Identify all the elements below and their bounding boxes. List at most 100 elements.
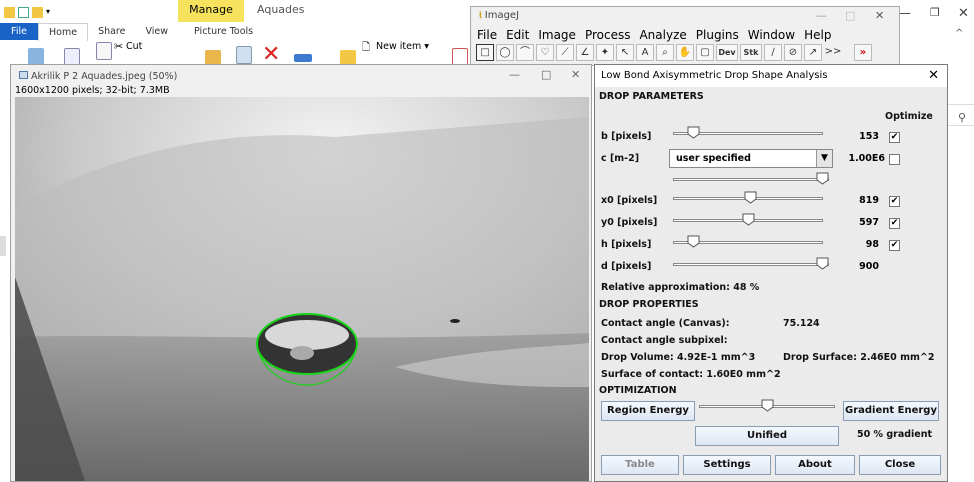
menu-edit[interactable]: Edit xyxy=(506,28,529,42)
polygon-tool-icon[interactable]: ⌒ xyxy=(516,44,534,61)
properties-icon[interactable] xyxy=(18,6,29,18)
gradient-energy-button[interactable]: Gradient Energy xyxy=(843,401,939,421)
menu-image[interactable]: Image xyxy=(538,28,576,42)
rename-icon[interactable] xyxy=(294,54,312,62)
maximize-button[interactable]: ❐ xyxy=(930,6,940,19)
image-icon xyxy=(19,71,28,79)
y0-slider[interactable] xyxy=(673,213,823,227)
c-slider[interactable] xyxy=(673,172,829,186)
tab-picture-tools[interactable]: Picture Tools xyxy=(184,23,263,40)
paste-icon[interactable] xyxy=(96,42,112,60)
region-energy-button[interactable]: Region Energy xyxy=(601,401,695,421)
tab-home[interactable]: Home xyxy=(38,22,89,41)
contact-angle-value: 75.124 xyxy=(783,318,820,329)
more-tools-icon[interactable]: >> xyxy=(824,44,842,61)
close-icon[interactable]: ✕ xyxy=(928,68,939,83)
new-item-button[interactable]: New item ▾ xyxy=(376,41,429,52)
wand-tool-icon[interactable]: ↖ xyxy=(616,44,634,61)
optimize-x0-checkbox[interactable]: ✔ xyxy=(889,196,900,207)
b-slider[interactable] xyxy=(673,126,823,140)
drop-image[interactable] xyxy=(15,97,589,481)
minimize-button[interactable]: — xyxy=(509,68,520,81)
slider-thumb[interactable] xyxy=(816,172,829,185)
chevron-up-icon[interactable]: ^ xyxy=(955,28,963,39)
tab-file[interactable]: File xyxy=(0,23,38,40)
image-canvas[interactable] xyxy=(15,97,589,481)
slider-track xyxy=(673,178,829,181)
slider-thumb[interactable] xyxy=(742,213,755,226)
surface-of-contact: Surface of contact: 1.60E0 mm^2 xyxy=(601,369,781,380)
unified-button[interactable]: Unified xyxy=(695,426,839,446)
slider-track xyxy=(673,263,829,266)
oval-tool-icon[interactable]: ◯ xyxy=(496,44,514,61)
point-tool-icon[interactable]: ✦ xyxy=(596,44,614,61)
optimize-y0-checkbox[interactable]: ✔ xyxy=(889,218,900,229)
about-button[interactable]: About xyxy=(775,455,855,475)
chevron-down-icon[interactable]: ▾ xyxy=(46,7,50,18)
new-item-icon[interactable]: 🗋 xyxy=(362,40,370,57)
menu-file[interactable]: File xyxy=(477,28,497,42)
d-slider[interactable] xyxy=(673,257,829,271)
close-button[interactable]: Close xyxy=(859,455,941,475)
nav-pane-edge xyxy=(0,236,6,256)
arrow-tool-icon[interactable]: ↗ xyxy=(804,44,822,61)
drop-parameters-heading: DROP PARAMETERS xyxy=(599,91,704,102)
switch-toolsets-icon[interactable]: » xyxy=(854,44,872,61)
rectangle-tool-icon[interactable]: □ xyxy=(476,44,494,61)
param-value-b: 153 xyxy=(859,131,879,142)
maximize-button[interactable]: □ xyxy=(845,9,855,22)
drop-analysis-panel: Low Bond Axisymmetric Drop Shape Analysi… xyxy=(594,64,948,482)
imagej-icon: 𝔦 xyxy=(479,10,482,21)
menu-analyze[interactable]: Analyze xyxy=(639,28,686,42)
c-select[interactable]: user specified ▼ xyxy=(669,149,833,168)
zoom-tool-icon[interactable]: ⌕ xyxy=(656,44,674,61)
minimize-button[interactable]: — xyxy=(816,9,827,22)
close-button[interactable]: ✕ xyxy=(571,68,580,81)
chevron-down-icon[interactable]: ▼ xyxy=(816,150,832,167)
menu-window[interactable]: Window xyxy=(748,28,795,42)
menu-help[interactable]: Help xyxy=(804,28,831,42)
h-slider[interactable] xyxy=(673,235,823,249)
optimize-c-checkbox[interactable] xyxy=(889,154,900,165)
optimize-h-checkbox[interactable]: ✔ xyxy=(889,240,900,251)
color-picker-icon[interactable]: ▢ xyxy=(696,44,714,61)
optimization-heading: OPTIMIZATION xyxy=(599,385,677,396)
close-button[interactable]: ✕ xyxy=(958,6,969,21)
x0-slider[interactable] xyxy=(673,191,823,205)
tab-share[interactable]: Share xyxy=(88,23,135,40)
close-button[interactable]: ✕ xyxy=(875,9,884,22)
maximize-button[interactable]: □ xyxy=(541,68,551,81)
flood-fill-icon[interactable]: ⊘ xyxy=(784,44,802,61)
menu-process[interactable]: Process xyxy=(585,28,631,42)
optimization-slider[interactable] xyxy=(699,399,835,413)
slider-thumb[interactable] xyxy=(816,257,829,270)
copy-to-icon[interactable] xyxy=(236,46,252,64)
angle-tool-icon[interactable]: ∠ xyxy=(576,44,594,61)
menu-plugins[interactable]: Plugins xyxy=(696,28,739,42)
gradient-percent: 50 % gradient xyxy=(857,429,933,440)
hand-tool-icon[interactable]: ✋ xyxy=(676,44,694,61)
imagej-title: 𝔦 ImageJ xyxy=(479,10,519,21)
delete-icon[interactable]: ✕ xyxy=(262,44,280,66)
line-tool-icon[interactable]: ⟋ xyxy=(556,44,574,61)
stack-menu-icon[interactable]: Stk xyxy=(740,44,762,61)
cut-button[interactable]: Cut xyxy=(126,41,142,52)
developer-menu-icon[interactable]: Dev xyxy=(716,44,738,61)
slider-thumb[interactable] xyxy=(761,399,774,412)
slider-thumb[interactable] xyxy=(744,191,757,204)
text-tool-icon[interactable]: A xyxy=(636,44,654,61)
optimize-b-checkbox[interactable]: ✔ xyxy=(889,132,900,143)
slider-thumb[interactable] xyxy=(687,126,700,139)
freehand-tool-icon[interactable]: ♡ xyxy=(536,44,554,61)
settings-button[interactable]: Settings xyxy=(683,455,771,475)
new-folder-icon[interactable] xyxy=(32,6,43,18)
brush-tool-icon[interactable]: ∕ xyxy=(764,44,782,61)
folder-icon[interactable] xyxy=(4,6,15,18)
tab-view[interactable]: View xyxy=(135,23,178,40)
table-button[interactable]: Table xyxy=(601,455,679,475)
cut-icon[interactable]: ✂ xyxy=(114,40,123,53)
address-bar xyxy=(948,104,974,126)
slider-thumb[interactable] xyxy=(687,235,700,248)
manage-context-tab[interactable]: Manage xyxy=(178,0,244,22)
window-title: Aquades xyxy=(257,3,305,16)
